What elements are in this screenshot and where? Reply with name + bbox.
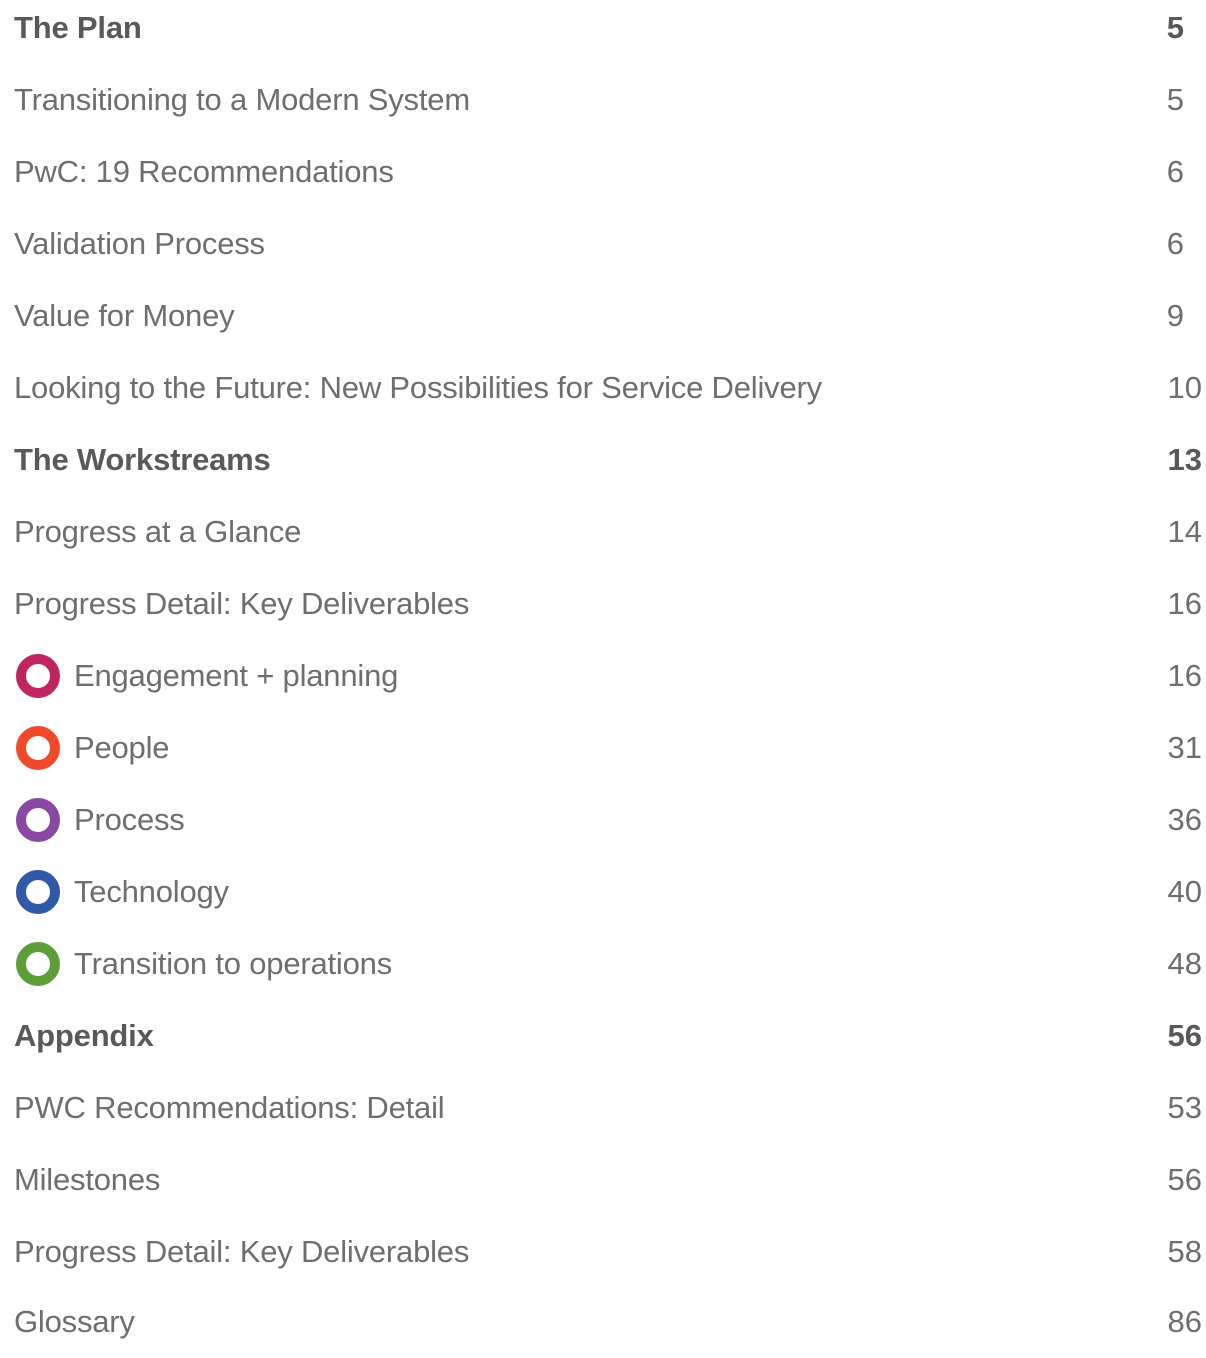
toc-entry-page: 9 [1166,298,1184,333]
toc-entry-page: 53 [1167,1090,1202,1125]
ring-icon [16,942,60,986]
toc-entry-title: Progress Detail: Key Deliverables [14,586,470,621]
ring-icon [16,654,60,698]
toc-entry-title: Value for Money [14,298,235,333]
toc-entry-title: PWC Recommendations: Detail [14,1090,445,1125]
toc-entry[interactable]: Progress Detail: Key Deliverables 16 [14,568,1202,640]
toc-entry-page: 31 [1167,730,1202,765]
toc-entry-page: 6 [1166,226,1184,261]
toc-entry-title: Engagement + planning [74,658,399,693]
toc-entry-title: Validation Process [14,226,265,261]
toc-entry[interactable]: Milestones 56 [14,1144,1202,1216]
toc-heading-title: Appendix [14,1018,154,1053]
toc-entry-page: 40 [1167,874,1202,909]
ring-icon [16,798,60,842]
toc-entry[interactable]: Transitioning to a Modern System 5 [14,64,1202,136]
toc-heading-page: 13 [1167,442,1202,477]
toc-entry-title: People [74,730,170,765]
toc-entry-page: 6 [1166,154,1184,189]
toc-entry-title: PwC: 19 Recommendations [14,154,394,189]
toc-entry-page: 16 [1167,658,1202,693]
toc-entry-title: Transition to operations [74,946,393,981]
toc-entry[interactable]: PWC Recommendations: Detail 53 [14,1072,1202,1144]
toc-entry[interactable]: Looking to the Future: New Possibilities… [14,352,1202,424]
toc-entry-title: Glossary [14,1304,135,1339]
toc-entry[interactable]: PwC: 19 Recommendations 6 [14,136,1202,208]
toc-heading-the-plan[interactable]: The Plan 5 [14,0,1202,64]
toc-workstream-people[interactable]: People 31 [14,712,1202,784]
toc-entry[interactable]: Validation Process 6 [14,208,1202,280]
toc-entry[interactable]: Glossary 86 [14,1286,1202,1358]
toc-heading-title: The Workstreams [14,442,271,477]
toc-workstream-technology[interactable]: Technology 40 [14,856,1202,928]
ring-icon [16,870,60,914]
toc-entry-title: Progress Detail: Key Deliverables [14,1234,470,1269]
toc-entry-page: 10 [1167,370,1202,405]
toc-entry-page: 16 [1167,586,1202,621]
toc-workstream-transition-to-operations[interactable]: Transition to operations 48 [14,928,1202,1000]
toc-heading-page: 56 [1167,1018,1202,1053]
toc-entry-title: Milestones [14,1162,161,1197]
toc-entry[interactable]: Value for Money 9 [14,280,1202,352]
ring-icon [16,726,60,770]
toc-entry-title: Process [74,802,185,837]
toc-entry[interactable]: Progress at a Glance 14 [14,496,1202,568]
toc-entry-title: Technology [74,874,229,909]
toc-heading-title: The Plan [14,10,142,45]
toc-entry-page: 48 [1167,946,1202,981]
toc-entry[interactable]: Progress Detail: Key Deliverables 58 [14,1216,1202,1288]
toc-entry-page: 58 [1167,1234,1202,1269]
toc-entry-title: Progress at a Glance [14,514,302,549]
toc-heading-page: 5 [1166,10,1184,45]
toc-entry-title: Transitioning to a Modern System [14,82,470,117]
toc-entry-page: 5 [1166,82,1184,117]
toc-entry-title: Looking to the Future: New Possibilities… [14,370,822,405]
toc-entry-page: 56 [1167,1162,1202,1197]
toc-workstream-process[interactable]: Process 36 [14,784,1202,856]
toc-entry-page: 36 [1167,802,1202,837]
toc-heading-appendix[interactable]: Appendix 56 [14,1000,1202,1072]
toc-workstream-engagement-planning[interactable]: Engagement + planning 16 [14,640,1202,712]
toc-entry-page: 14 [1167,514,1202,549]
toc-heading-the-workstreams[interactable]: The Workstreams 13 [14,424,1202,496]
toc-entry-page: 86 [1167,1304,1202,1339]
